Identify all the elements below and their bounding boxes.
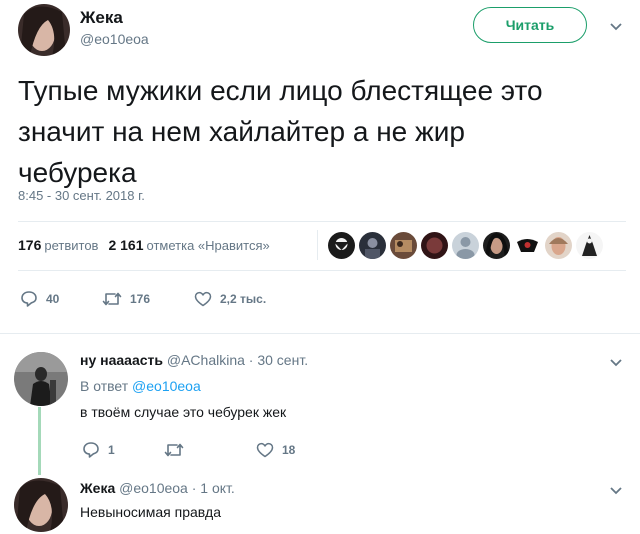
tweet-text-line: Тупые мужики если лицо блестящее это: [18, 75, 543, 106]
heart-icon: [194, 291, 212, 306]
likers-avatars: [328, 232, 607, 259]
tweet-actions: 40 176 2,2 тыс.: [20, 290, 266, 307]
like-count: 2,2 тыс.: [220, 291, 267, 306]
like-count: 18: [282, 442, 296, 457]
reply-to-handle-link[interactable]: @eo10eoa: [132, 378, 201, 394]
liker-avatar[interactable]: [359, 232, 386, 259]
chevron-down-icon[interactable]: [609, 486, 623, 496]
retweet-count: 176: [130, 291, 151, 306]
retweet-button[interactable]: 176: [102, 291, 194, 307]
likes-label[interactable]: отметка «Нравится»: [147, 238, 270, 253]
heart-icon: [256, 442, 274, 457]
reply-icon: [83, 442, 99, 458]
reply-count: 1: [108, 442, 115, 457]
thread-line: [38, 407, 41, 475]
tweet-stats: 176 ретвитов 2 161 отметка «Нравится»: [18, 237, 270, 253]
reply-author-handle[interactable]: @eo10eoa: [119, 480, 188, 496]
reply-avatar[interactable]: [14, 478, 68, 532]
divider: [18, 221, 626, 222]
reply-author-handle[interactable]: @AChalkina: [167, 352, 245, 368]
retweet-icon: [164, 443, 184, 456]
reply-text: Невыносимая правда: [80, 504, 222, 520]
chevron-down-icon[interactable]: [609, 22, 623, 32]
reply-author-name[interactable]: ну наааасть: [80, 352, 163, 368]
reply-icon: [21, 291, 37, 307]
tweet-text-line: чебурека: [18, 157, 137, 188]
tweet-text-line: значит на нем хайлайтер а не жир: [18, 116, 465, 147]
reply-actions: 1 18: [82, 441, 295, 458]
liker-avatar[interactable]: [514, 232, 541, 259]
tweet-timestamp[interactable]: 8:45 - 30 сент. 2018 г.: [18, 188, 145, 203]
reply-avatar[interactable]: [14, 352, 68, 406]
stats-divider: [317, 230, 318, 260]
reply-time[interactable]: · 1 окт.: [192, 480, 235, 496]
retweet-icon: [102, 292, 122, 305]
liker-avatar[interactable]: [576, 232, 603, 259]
reply-author-line[interactable]: Жека @eo10eoa · 1 окт.: [80, 480, 235, 496]
follow-button[interactable]: Читать: [473, 7, 587, 43]
like-button[interactable]: 2,2 тыс.: [194, 291, 266, 307]
likes-count[interactable]: 2 161: [108, 237, 143, 253]
retweet-button[interactable]: [164, 442, 256, 458]
author-handle[interactable]: @eo10eoa: [80, 31, 149, 47]
liker-avatar[interactable]: [328, 232, 355, 259]
reply-to-prefix: В ответ: [80, 378, 129, 394]
liker-avatar[interactable]: [421, 232, 448, 259]
liker-avatar[interactable]: [545, 232, 572, 259]
author-avatar[interactable]: [18, 4, 70, 56]
tweet-text: Тупые мужики если лицо блестящее это зна…: [18, 70, 608, 193]
liker-avatar[interactable]: [483, 232, 510, 259]
author-name[interactable]: Жека: [80, 8, 123, 28]
reply-button[interactable]: 1: [82, 441, 164, 458]
reply-time[interactable]: · 30 сент.: [249, 352, 308, 368]
retweets-label[interactable]: ретвитов: [44, 238, 98, 253]
chevron-down-icon[interactable]: [609, 358, 623, 368]
reply-author-line[interactable]: ну наааасть @AChalkina · 30 сент.: [80, 352, 308, 368]
retweets-count[interactable]: 176: [18, 237, 41, 253]
divider: [0, 333, 640, 334]
reply-button[interactable]: 40: [20, 290, 102, 307]
divider: [18, 270, 626, 271]
liker-avatar[interactable]: [390, 232, 417, 259]
reply-author-name[interactable]: Жека: [80, 480, 115, 496]
reply-text: в твоём случае это чебурек жек: [80, 404, 287, 420]
reply-to-line: В ответ @eo10eoa: [80, 378, 201, 394]
like-button[interactable]: 18: [256, 442, 295, 458]
liker-avatar[interactable]: [452, 232, 479, 259]
reply-count: 40: [46, 291, 60, 306]
